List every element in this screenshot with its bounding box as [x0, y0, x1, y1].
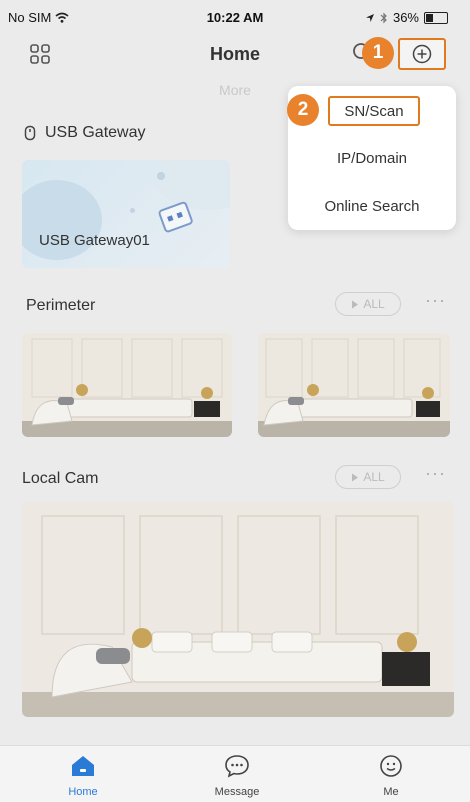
tab-home[interactable]: Home — [38, 754, 128, 798]
usb-icon — [24, 125, 36, 141]
menu-item-sn-scan[interactable]: SN/Scan — [328, 96, 420, 126]
gateway-card[interactable]: USB Gateway01 — [22, 160, 230, 268]
perimeter-play-all-button[interactable]: ALL — [335, 292, 401, 316]
perimeter-more-icon[interactable]: ··· — [425, 290, 446, 311]
battery-icon — [424, 11, 448, 24]
local-cam-camera-thumbnail[interactable] — [22, 502, 454, 717]
tab-message-label: Message — [214, 786, 260, 798]
living-room-image — [258, 333, 450, 437]
local-cam-more-icon[interactable]: ··· — [425, 463, 446, 484]
tab-me-label: Me — [383, 786, 399, 798]
message-icon — [225, 755, 249, 778]
gateway-section-header: USB Gateway — [24, 124, 145, 142]
home-icon — [72, 756, 94, 776]
top-nav: Home — [0, 30, 470, 78]
menu-item-ip-domain[interactable]: IP/Domain — [288, 150, 456, 167]
bottom-tab-bar: Home Message Me — [0, 745, 470, 802]
living-room-image — [22, 502, 454, 717]
menu-item-online-search[interactable]: Online Search — [288, 198, 456, 215]
tab-home-label: Home — [68, 786, 98, 798]
gateway-device-icon — [158, 201, 193, 233]
step-2-callout: 2 — [287, 94, 319, 126]
gateway-card-label: USB Gateway01 — [39, 232, 150, 249]
plus-circle-icon — [412, 44, 432, 64]
step-1-callout: 1 — [362, 37, 394, 69]
add-device-button[interactable] — [398, 38, 446, 70]
local-cam-play-all-button[interactable]: ALL — [335, 465, 401, 489]
perimeter-camera-thumbnail-1[interactable] — [22, 333, 232, 437]
play-icon — [352, 300, 359, 308]
living-room-image — [22, 333, 232, 437]
perimeter-camera-thumbnail-2[interactable] — [258, 333, 450, 437]
status-right: 36% — [365, 10, 448, 25]
location-arrow-icon — [365, 13, 374, 22]
user-face-icon — [380, 755, 402, 777]
status-bar: No SIM 10:22 AM 36% — [0, 0, 470, 34]
local-cam-section-title: Local Cam — [22, 470, 99, 487]
tab-me[interactable]: Me — [346, 754, 436, 798]
perimeter-section-title: Perimeter — [26, 297, 96, 314]
gateway-section-title: USB Gateway — [45, 124, 146, 141]
play-icon — [352, 473, 359, 481]
bluetooth-icon — [380, 12, 387, 23]
tab-message[interactable]: Message — [192, 754, 282, 798]
battery-percent: 36% — [392, 10, 419, 25]
